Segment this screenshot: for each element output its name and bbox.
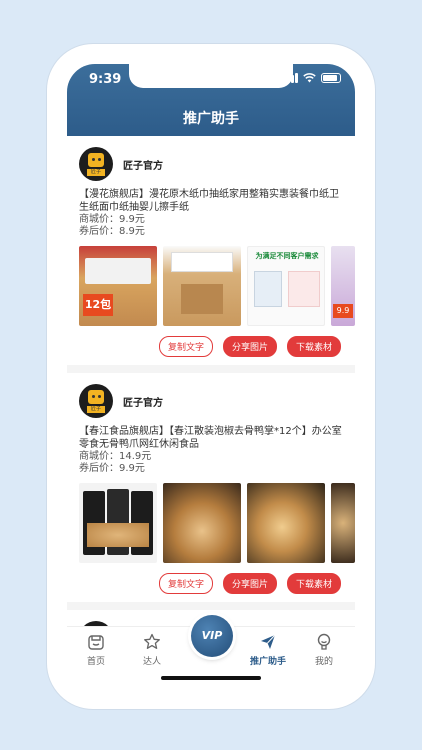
share-image-button[interactable]: 分享图片 (222, 573, 277, 594)
product-image[interactable] (163, 246, 241, 326)
home-icon (88, 635, 104, 650)
download-assets-button[interactable]: 下载素材 (286, 573, 341, 594)
product-image-caption: 为满足不同客户需求 (255, 252, 319, 260)
product-image[interactable] (163, 483, 241, 563)
post-description: 【漫花旗舰店】漫花原木纸巾抽纸家用整箱实惠装餐巾纸卫生纸面巾纸抽婴儿擦手纸 (79, 189, 339, 213)
coupon-price: 券后价：8.9元 (79, 226, 145, 237)
copy-text-button[interactable]: 复制文字 (158, 336, 213, 357)
avatar-tag: 匠子 (87, 169, 105, 176)
star-icon (144, 633, 160, 649)
product-image[interactable] (331, 483, 355, 563)
product-image[interactable]: 为满足不同客户需求 (247, 246, 325, 326)
post-feed[interactable]: 匠子 匠子官方 【漫花旗舰店】漫花原木纸巾抽纸家用整箱实惠装餐巾纸卫生纸面巾纸抽… (67, 136, 355, 626)
tab-promotion-assistant[interactable]: 推广助手 (243, 633, 293, 667)
tab-label: 推广助手 (249, 657, 286, 667)
wifi-icon (303, 73, 316, 83)
shop-name: 匠子官方 (123, 397, 163, 409)
status-icons (283, 73, 341, 83)
tab-home[interactable]: 首页 (71, 633, 121, 667)
page-title: 推广助手 (183, 111, 239, 127)
tab-talent[interactable]: 达人 (127, 633, 177, 667)
tab-mine[interactable]: 我的 (299, 633, 349, 667)
device-notch (129, 64, 293, 88)
mall-price: 商城价：14.9元 (79, 451, 152, 462)
product-image[interactable] (247, 483, 325, 563)
product-badge: 12包 (83, 294, 113, 316)
battery-icon (321, 73, 341, 83)
signal-icon (283, 73, 298, 83)
post-description: 【春江食品旗舰店】【春江散装泡椒去骨鸭掌*12个】办公室零食无骨鸭爪网红休闲食品 (79, 426, 342, 450)
tab-label: 达人 (142, 657, 161, 667)
product-images: 12包 为满足不同客户需求 9.9 (79, 246, 355, 326)
phone-frame: 9:39 推广助手 匠子 匠子官方 【漫花旗舰店】漫花原木纸巾抽纸家用整箱实惠装… (47, 44, 375, 709)
user-icon (317, 633, 331, 650)
status-time: 9:39 (89, 72, 122, 87)
avatar[interactable]: 匠子 (79, 147, 113, 181)
download-assets-button[interactable]: 下载素材 (286, 336, 341, 357)
post-header: 匠子 匠子官方 (79, 146, 355, 182)
product-image[interactable] (79, 483, 157, 563)
coupon-price: 券后价：9.9元 (79, 463, 145, 474)
post-card: 匠子 匠子官方 【春江食品旗舰店】【春江散装泡椒去骨鸭掌*12个】办公室零食无骨… (67, 373, 355, 610)
post-actions: 复制文字 分享图片 下载素材 (79, 573, 355, 594)
shop-name: 匠子官方 (123, 160, 163, 172)
send-icon (261, 634, 276, 649)
product-badge: 9.9 (333, 304, 353, 318)
product-image[interactable]: 12包 (79, 246, 157, 326)
mall-price: 商城价：9.9元 (79, 214, 145, 225)
post-header: 匠子 匠子官方 (79, 383, 355, 419)
app-header: 9:39 推广助手 (67, 64, 355, 136)
product-image[interactable]: 9.9 (331, 246, 355, 326)
post-card: 匠子 匠子官方 【漫花旗舰店】漫花原木纸巾抽纸家用整箱实惠装餐巾纸卫生纸面巾纸抽… (67, 136, 355, 373)
avatar-tag: 匠子 (87, 406, 105, 413)
app-screen: 9:39 推广助手 匠子 匠子官方 【漫花旗舰店】漫花原木纸巾抽纸家用整箱实惠装… (67, 64, 355, 689)
product-images (79, 483, 355, 563)
home-indicator (161, 676, 261, 680)
copy-text-button[interactable]: 复制文字 (158, 573, 213, 594)
tab-label: 首页 (86, 657, 105, 667)
vip-badge[interactable]: VIP (191, 615, 233, 657)
share-image-button[interactable]: 分享图片 (222, 336, 277, 357)
tab-label: 我的 (314, 657, 333, 667)
post-actions: 复制文字 分享图片 下载素材 (79, 336, 355, 357)
avatar[interactable]: 匠子 (79, 384, 113, 418)
